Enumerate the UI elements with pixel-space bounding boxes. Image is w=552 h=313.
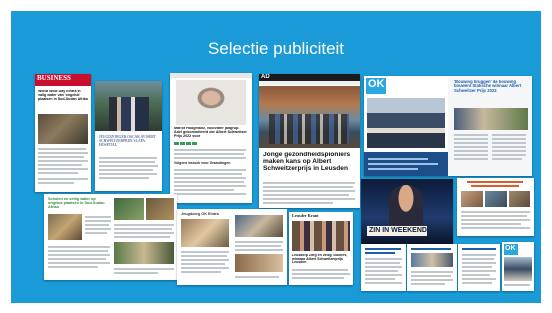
mini-page-4-photo (504, 257, 532, 281)
leusder-photo (292, 221, 350, 251)
video-banner: ZIN IN WEEKEND (369, 227, 427, 234)
ok-logo: OK (368, 78, 385, 90)
interview-page-photo-2 (235, 215, 283, 237)
business-masthead: BUSINESS (37, 74, 71, 82)
share-icons (174, 142, 198, 145)
clipping-mini-page-2 (407, 244, 457, 291)
ok-article-photo (454, 108, 528, 130)
mini-page-2-photo (411, 253, 453, 267)
mini-page-4-logo: OK (505, 245, 516, 252)
interview-portrait (176, 80, 246, 125)
interview-page-photo-3 (235, 254, 283, 272)
green-right-photo-1 (114, 198, 144, 220)
clipping-green-page: Scholen en veilig water op ongeluk plaat… (44, 194, 177, 280)
award-caption: JEUGDZORGER OSCAR AVISERT SCHWEITZERPRIJ… (99, 135, 156, 147)
interview-subhead: Volgens bezoek voor Gramdingen (174, 161, 231, 165)
small-article-photo-1 (461, 191, 483, 207)
ad-logo: AD (261, 74, 270, 80)
business-photo (38, 114, 88, 144)
video-host (389, 185, 423, 229)
interview-headline: Marlot Hoogmanz, voorzitter jaltgrup. Ad… (174, 127, 247, 138)
clipping-ad-article: AD Jonge gezondheidspioniers maken kans … (259, 74, 360, 208)
clipping-leusder-krant: Leusder Krant Leusdorp Zorg en veilig 'D… (289, 212, 353, 285)
green-right-photo-2 (146, 198, 174, 220)
award-people (109, 97, 149, 131)
slide-title: Selectie publiciteit (207, 39, 345, 58)
ad-photo-people (269, 114, 349, 144)
green-headline: Scholen en veilig water op ongeluk plaat… (48, 197, 105, 209)
clipping-mini-page-3 (458, 244, 500, 291)
ok-cover-photo (367, 98, 445, 148)
clipping-business: BUSINESS World Wide Day Eintra in vallg … (35, 74, 91, 192)
clipping-mini-page-4: OK (502, 242, 534, 291)
interview-page-headline: Jeugdzorg OK Eintra (181, 212, 219, 216)
ad-navbar (259, 74, 360, 81)
clipping-ok-magazine: OK 'Bouwing bruggen' de bouwing bouwen! … (364, 76, 532, 176)
clipping-mini-page-1 (361, 244, 406, 291)
green-photo (48, 214, 82, 240)
ad-subnav (259, 81, 360, 85)
small-article-photo-3 (509, 191, 530, 207)
business-headline: World Wide Day Eintra in vallg water van… (38, 90, 88, 101)
interview-topbar (170, 73, 252, 78)
ok-headline: 'Bouwing bruggen' de bouwing bouwen! Sta… (454, 80, 522, 93)
slide: Selectie publiciteit BUSINESS World Wide… (11, 11, 541, 303)
clipping-small-article (457, 178, 534, 236)
green-right-photo-3 (114, 242, 174, 264)
interview-page-photo-1 (181, 219, 229, 247)
ad-headline: Jonge gezondheidspioniers maken kans op … (263, 152, 351, 172)
leusder-masthead: Leusder Krant (292, 213, 319, 218)
clipping-interview-page: Jeugdzorg OK Eintra (177, 209, 287, 285)
clipping-award-photo: JEUGDZORGER OSCAR AVISERT SCHWEITZERPRIJ… (95, 81, 162, 191)
clipping-video: ZIN IN WEEKEND (361, 179, 453, 244)
small-article-photo-2 (485, 191, 507, 207)
leusder-headline: Leusdorp Zorg en veilig 'Duikers, winnaa… (292, 254, 348, 265)
clipping-interview: Marlot Hoogmanz, voorzitter jaltgrup. Ad… (170, 73, 252, 203)
